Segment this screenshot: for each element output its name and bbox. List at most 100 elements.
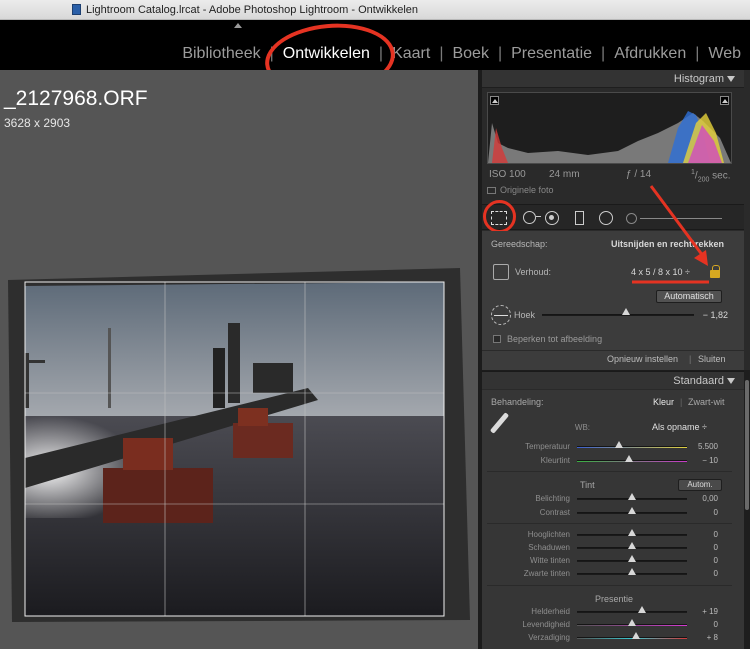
photo-preview[interactable]: [8, 268, 478, 622]
original-photo-checkbox[interactable]: [487, 186, 496, 194]
tool-value: Uitsnijden en rechttrekken: [610, 239, 724, 249]
adjustment-brush-icon[interactable]: [626, 213, 637, 224]
exposure-slider-thumb[interactable]: [628, 493, 636, 500]
vibrance-slider[interactable]: [577, 619, 687, 626]
tint-slider-thumb[interactable]: [624, 455, 633, 462]
basic-header[interactable]: Standaard: [482, 371, 744, 389]
close-button[interactable]: Sluiten: [698, 354, 726, 364]
reset-button[interactable]: Opnieuw instellen: [607, 354, 678, 364]
tint-label: Kleurtint: [540, 456, 570, 465]
module-bibliotheek[interactable]: Bibliotheek: [173, 45, 269, 63]
radial-filter-icon[interactable]: [599, 211, 613, 225]
crop-frame-icon[interactable]: [493, 264, 509, 280]
exposure-slider[interactable]: [577, 493, 687, 500]
temperature-slider[interactable]: [577, 441, 687, 448]
collapse-triangle-icon[interactable]: [727, 76, 735, 82]
saturation-slider[interactable]: [577, 632, 687, 639]
basic-title: Standaard: [673, 375, 724, 387]
clarity-slider-thumb[interactable]: [638, 606, 647, 613]
highlights-slider-thumb[interactable]: [628, 529, 636, 536]
histogram-header[interactable]: Histogram: [482, 70, 744, 88]
whites-value[interactable]: 0: [682, 556, 718, 565]
window-titlebar: Lightroom Catalog.lrcat - Adobe Photosho…: [0, 0, 750, 20]
tint-slider[interactable]: [577, 455, 687, 462]
saturation-value[interactable]: + 8: [682, 633, 718, 642]
temperature-value[interactable]: 5.500: [682, 442, 718, 451]
contrast-slider-thumb[interactable]: [628, 507, 636, 514]
angle-value[interactable]: − 1,82: [703, 310, 728, 320]
original-photo-toggle[interactable]: Originele foto: [487, 185, 554, 195]
angle-label: Hoek: [514, 310, 536, 320]
saturation-slider-thumb[interactable]: [632, 632, 641, 639]
aspect-select[interactable]: 4 x 5 / 8 x 10 ÷: [631, 267, 690, 277]
whites-label: Witte tinten: [529, 556, 570, 565]
right-panel: Histogram ISO 100 24 mm ƒ / 14 1/200 sec…: [482, 70, 750, 649]
shadows-slider[interactable]: [577, 542, 687, 549]
highlights-value[interactable]: 0: [682, 530, 718, 539]
highlights-slider[interactable]: [577, 529, 687, 536]
exif-iso: ISO 100: [489, 169, 526, 180]
image-filename: _2127968.ORF: [4, 87, 148, 110]
shadows-slider-thumb[interactable]: [628, 542, 636, 549]
blacks-slider[interactable]: [577, 568, 687, 575]
angle-slider-thumb[interactable]: [621, 308, 630, 315]
brush-slider-line: [640, 218, 722, 219]
tint-value[interactable]: − 10: [682, 456, 718, 465]
straighten-tool-icon[interactable]: [491, 305, 511, 325]
shadows-value[interactable]: 0: [682, 543, 718, 552]
whites-slider-thumb[interactable]: [628, 555, 636, 562]
clarity-slider[interactable]: [577, 606, 687, 613]
module-presentatie[interactable]: Presentatie: [502, 45, 601, 63]
photo-harbor-image: [8, 268, 470, 622]
angle-slider[interactable]: [542, 308, 694, 316]
red-eye-icon[interactable]: [545, 211, 559, 225]
histogram-graph[interactable]: [487, 92, 732, 164]
treatment-separator: |: [680, 397, 683, 407]
blacks-value[interactable]: 0: [682, 569, 718, 578]
vibrance-slider-thumb[interactable]: [628, 619, 636, 626]
module-list: Bibliotheek | Ontwikkelen | Kaart | Boek…: [173, 45, 750, 63]
vibrance-label: Levendigheid: [522, 620, 570, 629]
aspect-label: Verhoud:: [515, 267, 552, 277]
constrain-checkbox[interactable]: [493, 335, 501, 343]
auto-straighten-button[interactable]: Automatisch: [656, 290, 722, 303]
panel-scrollbar-thumb[interactable]: [745, 380, 749, 510]
module-picker: Bibliotheek | Ontwikkelen | Kaart | Boek…: [0, 18, 750, 100]
image-canvas[interactable]: _2127968.ORF 3628 x 2903: [0, 70, 478, 649]
annotation-circle-crop: [483, 200, 516, 233]
section-divider: [487, 585, 732, 586]
treatment-color-option[interactable]: Kleur: [653, 397, 674, 407]
auto-tone-button[interactable]: Autom.: [678, 479, 722, 491]
crop-panel: Gereedschap: Uitsnijden en rechttrekken …: [482, 231, 744, 371]
vibrance-value[interactable]: 0: [682, 620, 718, 629]
constrain-label: Beperken tot afbeelding: [507, 334, 603, 344]
collapse-panel-arrow-icon[interactable]: [234, 23, 242, 28]
treatment-bw-option[interactable]: Zwart-wit: [688, 397, 725, 407]
presence-header: Presentie: [595, 594, 634, 604]
exposure-value[interactable]: 0,00: [682, 494, 718, 503]
module-boek[interactable]: Boek: [443, 45, 497, 63]
wb-select[interactable]: Als opname ÷: [652, 422, 707, 432]
clarity-value[interactable]: + 19: [682, 607, 718, 616]
exif-focal-length: 24 mm: [549, 169, 580, 180]
contrast-slider[interactable]: [577, 507, 687, 514]
histogram-title: Histogram: [673, 73, 724, 85]
exif-aperture: ƒ / 14: [626, 169, 652, 180]
module-afdrukken[interactable]: Afdrukken: [605, 45, 695, 63]
shadows-label: Schaduwen: [528, 543, 570, 552]
spot-removal-icon[interactable]: [523, 211, 541, 224]
graduated-filter-icon[interactable]: [575, 211, 584, 225]
module-web[interactable]: Web: [699, 45, 750, 63]
whites-slider[interactable]: [577, 555, 687, 562]
document-icon: [72, 4, 81, 15]
aspect-lock-icon[interactable]: [710, 265, 720, 278]
collapse-triangle-icon[interactable]: [727, 378, 735, 384]
highlights-label: Hooglichten: [527, 530, 570, 539]
clarity-label: Helderheid: [531, 607, 570, 616]
temperature-slider-thumb[interactable]: [614, 441, 623, 448]
blacks-slider-thumb[interactable]: [628, 568, 636, 575]
wb-label: WB:: [574, 423, 590, 432]
tool-strip: [482, 200, 744, 233]
section-divider: [487, 523, 732, 524]
contrast-value[interactable]: 0: [682, 508, 718, 517]
